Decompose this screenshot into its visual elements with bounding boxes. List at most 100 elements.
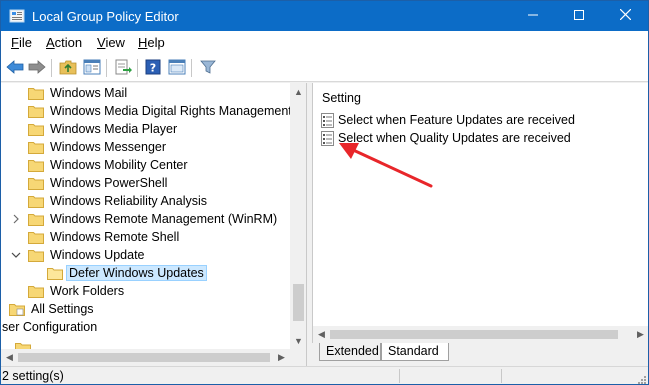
tree-item-label: Windows Update (50, 248, 145, 262)
tree-item-windows-reliability-analysis[interactable]: Windows Reliability Analysis (1, 193, 290, 211)
policy-setting-icon (321, 131, 334, 146)
tree-item-windows-media-player[interactable]: Windows Media Player (1, 121, 290, 139)
folder-icon (28, 230, 44, 244)
menu-file[interactable]: File (11, 35, 32, 50)
app-window: Local Group Policy Editor File Action Vi… (0, 0, 649, 385)
forward-button[interactable] (27, 58, 47, 78)
folder-icon (28, 122, 44, 136)
group-policy-app-icon (9, 8, 25, 24)
tree-item-windows-mail[interactable]: Windows Mail (1, 85, 290, 103)
help-icon: ? (145, 59, 161, 78)
tree-item-label: Windows Mail (50, 86, 128, 100)
tree-item-label: Windows Remote Shell (50, 230, 180, 244)
tree-item-windows-messenger[interactable]: Windows Messenger (1, 139, 290, 157)
folder-icon (28, 176, 44, 190)
scroll-thumb[interactable] (330, 330, 618, 339)
properties-button[interactable] (167, 58, 187, 78)
column-header-setting[interactable]: Setting (322, 91, 361, 105)
scroll-right-arrow-icon[interactable]: ▶ (273, 349, 290, 366)
scroll-thumb[interactable] (18, 353, 270, 362)
tree-item-windows-remote-management[interactable]: Windows Remote Management (WinRM) (1, 211, 290, 229)
tree-item-windows-media-drm[interactable]: Windows Media Digital Rights Management (1, 103, 292, 121)
menu-view[interactable]: View (97, 35, 125, 50)
menu-action-mnemonic: A (46, 35, 55, 50)
menu-help[interactable]: Help (138, 35, 165, 50)
setting-label: Select when Feature Updates are received (338, 113, 575, 127)
tree-item-label-selected: Defer Windows Updates (66, 265, 207, 281)
forward-icon (28, 59, 46, 77)
scroll-left-arrow-icon[interactable]: ◀ (313, 326, 330, 343)
scroll-up-arrow-icon[interactable]: ▲ (290, 83, 306, 100)
setting-row-quality-updates[interactable]: Select when Quality Updates are received (321, 130, 641, 148)
tree-vertical-scrollbar[interactable]: ▲ ▼ (290, 83, 306, 366)
tree-item-windows-remote-shell[interactable]: Windows Remote Shell (1, 229, 290, 247)
folder-icon (28, 140, 44, 154)
tree-item-label: Windows Mobility Center (50, 158, 188, 172)
chevron-right-icon[interactable] (12, 213, 22, 225)
toolbar: ? (1, 54, 648, 82)
tab-extended[interactable]: Extended (319, 343, 381, 361)
close-button[interactable] (602, 1, 648, 31)
tree-horizontal-scrollbar[interactable]: ◀ ▶ (1, 349, 290, 366)
tree-item-label: All Settings (31, 302, 94, 316)
setting-label: Select when Quality Updates are received (338, 131, 571, 145)
folder-icon (28, 284, 44, 298)
folder-icon (28, 104, 44, 118)
up-folder-button[interactable] (58, 58, 78, 78)
tree-item-label: Windows Reliability Analysis (50, 194, 208, 208)
export-list-button[interactable] (113, 58, 133, 78)
chevron-down-icon[interactable] (10, 249, 21, 261)
toolbar-separator (137, 59, 138, 77)
title-bar[interactable]: Local Group Policy Editor (1, 1, 648, 31)
minimize-icon (528, 9, 538, 23)
policy-setting-icon (321, 113, 334, 128)
tree-item-all-settings[interactable]: All Settings (1, 301, 290, 319)
tree-item-windows-update[interactable]: Windows Update (1, 247, 290, 265)
back-button[interactable] (5, 58, 25, 78)
maximize-button[interactable] (556, 1, 602, 31)
tree-pane: Windows Mail Windows Media Digital Right… (1, 83, 307, 366)
scrollbar-corner (290, 349, 306, 366)
minimize-button[interactable] (510, 1, 556, 31)
tree-item-label: Windows Media Digital Rights Management (50, 104, 292, 118)
tree-item-label: ser Configuration (2, 320, 98, 334)
settings-horizontal-scrollbar[interactable]: ◀ ▶ (313, 326, 648, 343)
scroll-thumb[interactable] (293, 284, 304, 321)
help-button[interactable]: ? (143, 58, 163, 78)
tree-item-user-configuration[interactable]: ser Configuration (1, 319, 290, 337)
folder-icon (47, 266, 63, 280)
back-icon (6, 59, 24, 77)
status-divider (501, 369, 502, 383)
settings-pane: Setting Select when Feature Updates are … (312, 83, 648, 343)
tree-item-defer-windows-updates[interactable]: Defer Windows Updates (1, 265, 290, 283)
tree-item-windows-powershell[interactable]: Windows PowerShell (1, 175, 290, 193)
properties-icon (168, 59, 186, 78)
status-bar: 2 setting(s) (1, 366, 648, 384)
menu-view-label: iew (105, 35, 125, 50)
resize-grip-icon[interactable] (636, 373, 646, 384)
setting-row-feature-updates[interactable]: Select when Feature Updates are received (321, 112, 641, 130)
folder-open-icon (28, 248, 44, 262)
filter-button[interactable] (198, 58, 218, 78)
tree-item-label: Work Folders (50, 284, 125, 298)
show-hide-tree-icon (83, 59, 101, 78)
tab-standard[interactable]: Standard (381, 343, 449, 361)
scroll-right-arrow-icon[interactable]: ▶ (632, 326, 648, 343)
tree-item-windows-mobility-center[interactable]: Windows Mobility Center (1, 157, 290, 175)
tree-item-label: Windows Remote Management (WinRM) (50, 212, 278, 226)
status-text: 2 setting(s) (2, 369, 64, 383)
tree-item-work-folders[interactable]: Work Folders (1, 283, 290, 301)
status-divider (399, 369, 400, 383)
scroll-down-arrow-icon[interactable]: ▼ (290, 332, 306, 349)
scroll-left-arrow-icon[interactable]: ◀ (1, 349, 18, 366)
toolbar-separator (191, 59, 192, 77)
window-title: Local Group Policy Editor (32, 9, 179, 24)
view-tabs: Extended Standard (312, 343, 648, 366)
menu-action[interactable]: Action (46, 35, 82, 50)
toolbar-separator (106, 59, 107, 77)
tree-item-label: Windows PowerShell (50, 176, 168, 190)
filter-icon (200, 59, 216, 78)
menu-file-mnemonic: F (11, 35, 19, 50)
up-folder-icon (59, 59, 77, 78)
show-hide-tree-button[interactable] (82, 58, 102, 78)
